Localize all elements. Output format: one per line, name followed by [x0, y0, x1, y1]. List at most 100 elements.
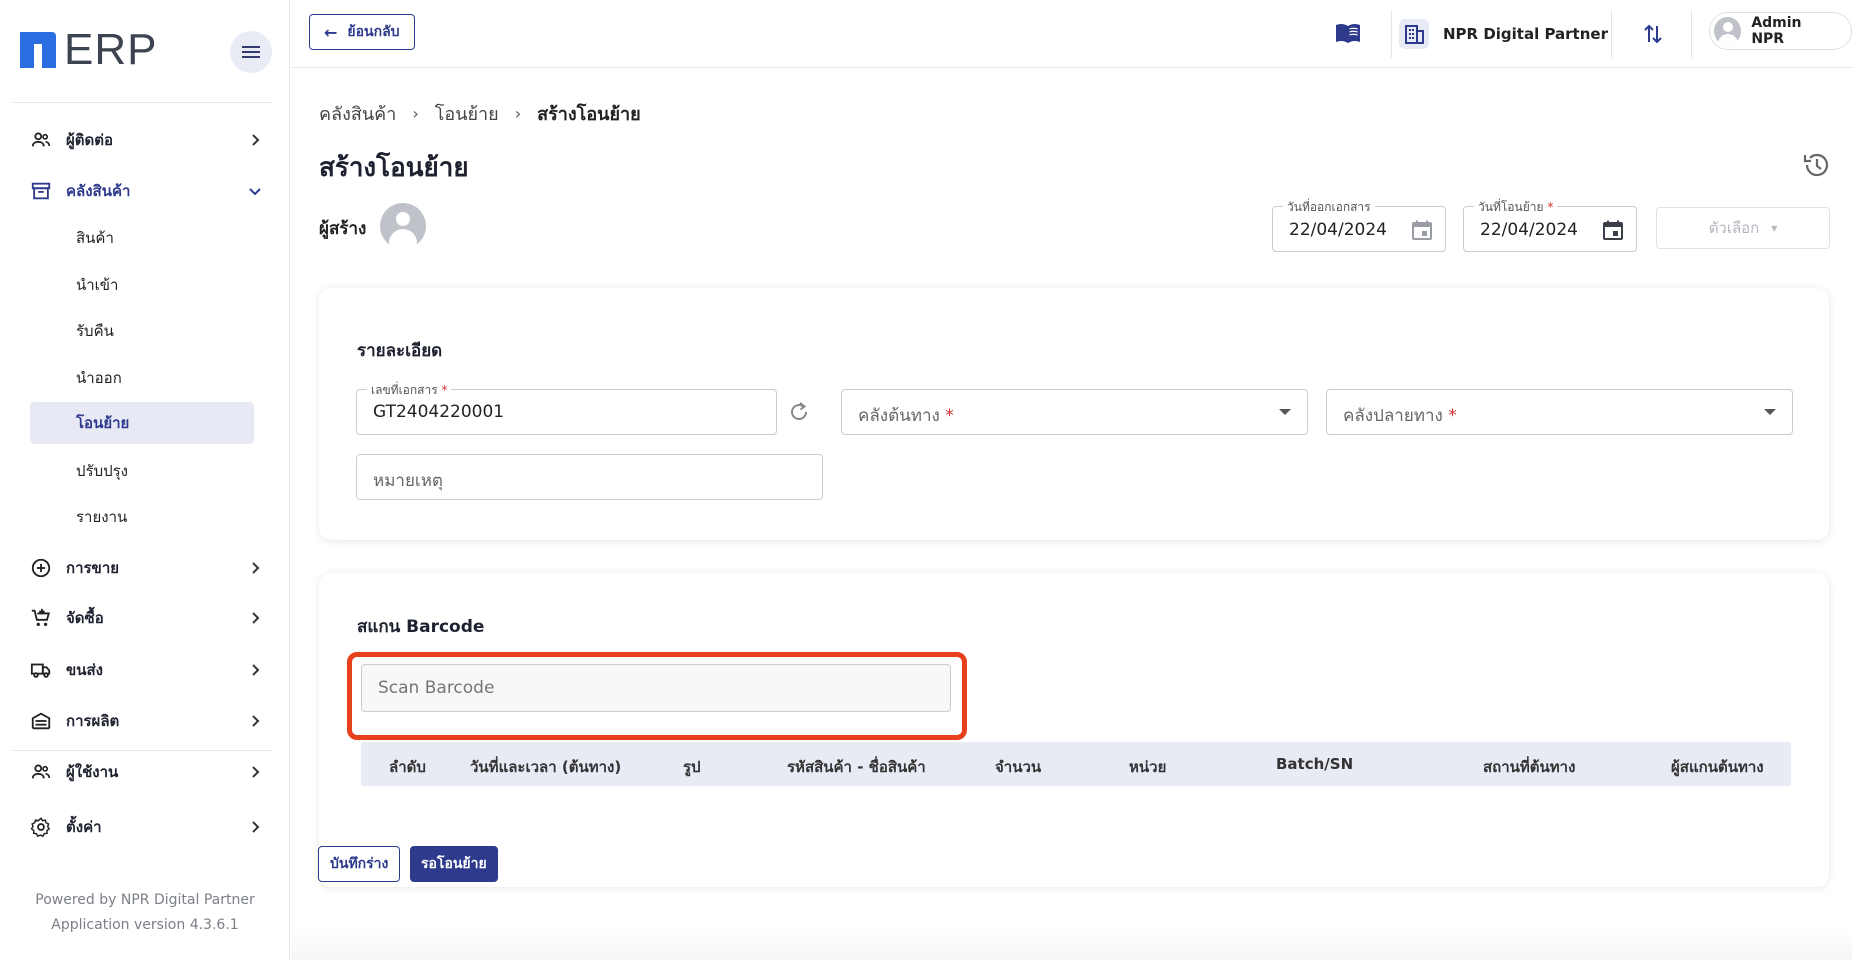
save-draft-button[interactable]: บันทึกร่าง: [318, 846, 401, 882]
sidebar-item-contacts[interactable]: ผู้ติดต่อ: [30, 120, 262, 160]
chevron-down-icon: ▾: [1771, 221, 1778, 235]
company-name: NPR Digital Partner: [1443, 25, 1608, 43]
sidebar-item-warehouse[interactable]: คลังสินค้า: [30, 171, 262, 211]
logo-mark-icon: [20, 32, 56, 68]
options-dropdown-label: ตัวเลือก: [1708, 219, 1760, 237]
breadcrumb-item-transfer[interactable]: โอนย้าย: [435, 99, 499, 128]
contacts-icon: [30, 129, 52, 151]
company-switcher[interactable]: NPR Digital Partner: [1399, 14, 1608, 54]
source-warehouse-placeholder: คลังต้นทาง *: [858, 406, 954, 426]
arrow-left-icon: ←: [324, 22, 338, 42]
topbar-divider: [1391, 10, 1392, 58]
destination-warehouse-select[interactable]: คลังปลายทาง *: [1326, 389, 1793, 435]
calendar-icon[interactable]: [1411, 219, 1433, 241]
sidebar-item-purchase[interactable]: จัดซื้อ: [30, 598, 262, 638]
user-menu-button[interactable]: Admin NPR: [1709, 12, 1852, 50]
column-header-image: รูป: [683, 758, 701, 776]
sidebar-subitem-products[interactable]: สินค้า: [30, 217, 254, 259]
chevron-right-icon: [252, 612, 260, 624]
document-number-value: GT2404220001: [373, 402, 505, 422]
back-button[interactable]: ← ย้อนกลับ: [309, 14, 415, 50]
sidebar-item-sales[interactable]: การขาย: [30, 548, 262, 588]
chevron-right-icon: [252, 821, 260, 833]
building-icon: [1399, 19, 1429, 49]
column-header-source-scanner: ผู้สแกนต้นทาง: [1671, 758, 1764, 776]
scan-barcode-input[interactable]: [361, 664, 951, 712]
details-card: รายละเอียด เลขที่เอกสาร * GT2404220001 ค…: [319, 288, 1829, 540]
page-title: สร้างโอนย้าย: [319, 153, 469, 183]
logo-text: ERP: [64, 25, 158, 74]
scan-barcode-title: สแกน Barcode: [357, 617, 485, 637]
book-icon: [1336, 23, 1360, 43]
transfer-date-field[interactable]: วันที่โอนย้าย * 22/04/2024: [1463, 198, 1637, 252]
manual-book-button[interactable]: [1328, 14, 1368, 54]
sidebar-item-label: จัดซื้อ: [66, 609, 104, 627]
app-version-text: Application version 4.3.6.1: [51, 917, 239, 933]
sidebar-divider: [12, 750, 272, 751]
truck-icon: [30, 659, 52, 681]
gear-icon: [30, 816, 52, 838]
caret-down-icon: [1279, 409, 1291, 415]
column-header-batch: Batch/SN: [1276, 755, 1354, 773]
transfer-date-value: 22/04/2024: [1480, 220, 1578, 240]
users-icon: [30, 761, 52, 783]
column-header-quantity: จำนวน: [995, 758, 1042, 776]
topbar-divider: [1691, 10, 1692, 58]
issue-date-label: วันที่ออกเอกสาร: [1283, 198, 1375, 217]
sidebar-subitem-export[interactable]: นำออก: [30, 357, 254, 399]
chevron-right-icon: [252, 715, 260, 727]
issue-date-value: 22/04/2024: [1289, 220, 1387, 240]
refresh-icon[interactable]: [786, 399, 812, 425]
back-button-label: ย้อนกลับ: [347, 24, 400, 40]
chevron-right-icon: [252, 766, 260, 778]
user-name: Admin NPR: [1751, 15, 1802, 47]
swap-vertical-icon: [1644, 24, 1662, 44]
bottom-shade: [291, 930, 1852, 960]
sidebar: ERP ผู้ติดต่อ คลังสินค้า สินค้า นำเข้า ร…: [0, 0, 290, 960]
menu-toggle-button[interactable]: [230, 31, 272, 73]
creator-label: ผู้สร้าง: [319, 219, 367, 239]
chevron-right-icon: [252, 664, 260, 676]
chevron-down-icon: [249, 188, 261, 196]
sidebar-item-production[interactable]: การผลิต: [30, 701, 262, 741]
sidebar-subitem-import[interactable]: นำเข้า: [30, 264, 254, 306]
sidebar-subitem-transfer[interactable]: โอนย้าย: [30, 402, 254, 444]
transfer-date-label: วันที่โอนย้าย *: [1474, 198, 1558, 217]
destination-warehouse-placeholder: คลังปลายทาง *: [1343, 406, 1457, 426]
sidebar-item-label: การผลิต: [66, 712, 120, 730]
sales-plus-icon: [30, 557, 52, 579]
chevron-right-icon: [252, 134, 260, 146]
column-header-source-location: สถานที่ต้นทาง: [1483, 758, 1576, 776]
remark-field[interactable]: หมายเหตุ: [356, 454, 823, 500]
sidebar-subitem-return[interactable]: รับคืน: [30, 310, 254, 352]
document-number-field[interactable]: เลขที่เอกสาร * GT2404220001: [356, 381, 777, 435]
breadcrumb-item-current: สร้างโอนย้าย: [537, 104, 641, 125]
caret-down-icon: [1764, 409, 1776, 415]
history-icon[interactable]: [1800, 149, 1832, 181]
hamburger-icon: [242, 51, 260, 53]
warehouse-icon: [30, 180, 52, 202]
calendar-icon[interactable]: [1602, 219, 1624, 241]
sidebar-item-label: ตั้งค่า: [66, 818, 102, 836]
details-card-title: รายละเอียด: [357, 341, 443, 361]
topbar-divider: [1611, 10, 1612, 58]
wait-transfer-button[interactable]: รอโอนย้าย: [410, 846, 498, 882]
sidebar-item-settings[interactable]: ตั้งค่า: [30, 807, 262, 847]
sidebar-subitem-report[interactable]: รายงาน: [30, 496, 254, 538]
sidebar-item-label: ผู้ใช้งาน: [66, 763, 119, 781]
issue-date-field[interactable]: วันที่ออกเอกสาร 22/04/2024: [1272, 198, 1446, 252]
app-logo[interactable]: ERP: [20, 25, 158, 74]
sidebar-subitem-adjust[interactable]: ปรับปรุง: [30, 450, 254, 492]
sidebar-item-shipping[interactable]: ขนส่ง: [30, 650, 262, 690]
sidebar-item-label: คลังสินค้า: [66, 182, 131, 200]
column-header-product: รหัสสินค้า - ชื่อสินค้า: [787, 758, 926, 776]
sidebar-item-users[interactable]: ผู้ใช้งาน: [30, 752, 262, 792]
column-header-index: ลำดับ: [389, 758, 426, 776]
breadcrumb-item-warehouse[interactable]: คลังสินค้า: [319, 99, 396, 128]
column-header-datetime: วันที่และเวลา (ต้นทาง): [470, 758, 622, 776]
switch-company-button[interactable]: [1633, 14, 1673, 54]
options-dropdown[interactable]: ตัวเลือก ▾: [1656, 207, 1830, 249]
chevron-right-icon: ›: [514, 104, 522, 123]
sidebar-divider: [12, 102, 272, 103]
source-warehouse-select[interactable]: คลังต้นทาง *: [841, 389, 1308, 435]
